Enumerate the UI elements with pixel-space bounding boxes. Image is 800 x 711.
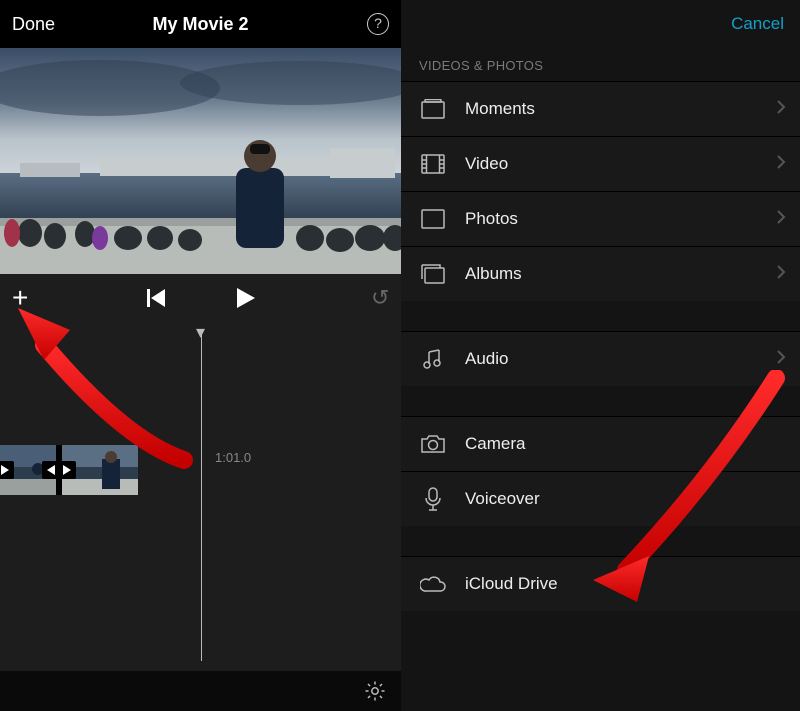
bottom-toolbar — [0, 671, 401, 711]
chevron-right-icon — [776, 349, 786, 370]
settings-button[interactable] — [363, 679, 387, 703]
cancel-button[interactable]: Cancel — [731, 14, 784, 34]
row-audio[interactable]: Audio — [401, 331, 800, 386]
help-button[interactable]: ? — [367, 13, 389, 35]
row-label: Moments — [465, 99, 535, 119]
row-label: Camera — [465, 434, 525, 454]
albums-icon — [419, 264, 447, 284]
timeline-clip[interactable] — [0, 445, 56, 495]
row-label: Photos — [465, 209, 518, 229]
project-title: My Movie 2 — [0, 14, 401, 35]
editor-header: Done My Movie 2 ? — [0, 0, 401, 48]
add-media-button[interactable]: + — [12, 284, 28, 312]
row-label: Video — [465, 154, 508, 174]
playhead-line[interactable] — [201, 330, 202, 661]
row-video[interactable]: Video — [401, 136, 800, 191]
row-label: Audio — [465, 349, 508, 369]
undo-button[interactable]: ↻ — [371, 285, 389, 311]
chevron-right-icon — [776, 264, 786, 285]
chevron-right-icon — [776, 99, 786, 120]
picker-header: Cancel — [401, 0, 800, 48]
chevron-right-icon — [776, 209, 786, 230]
section-header: VIDEOS & PHOTOS — [401, 48, 800, 81]
row-moments[interactable]: Moments — [401, 81, 800, 136]
video-preview[interactable] — [0, 48, 401, 274]
row-icloud-drive[interactable]: iCloud Drive — [401, 556, 800, 611]
playback-controls: + ↻ — [0, 274, 401, 322]
row-label: Voiceover — [465, 489, 540, 509]
camera-icon — [419, 434, 447, 454]
timeline-clip[interactable] — [62, 445, 138, 495]
skip-to-start-button[interactable] — [147, 289, 167, 307]
row-voiceover[interactable]: Voiceover — [401, 471, 800, 526]
chevron-right-icon — [776, 154, 786, 175]
row-albums[interactable]: Albums — [401, 246, 800, 301]
done-button[interactable]: Done — [12, 14, 55, 35]
editor-pane: Done My Movie 2 ? — [0, 0, 401, 711]
clip-handle-icon[interactable] — [0, 461, 14, 479]
play-button[interactable] — [237, 288, 255, 308]
timecode-label: 1:01.0 — [215, 450, 251, 465]
photos-icon — [419, 209, 447, 229]
row-label: Albums — [465, 264, 522, 284]
media-picker-pane: Cancel VIDEOS & PHOTOS Moments Video Pho… — [401, 0, 800, 711]
clip-handle-icon[interactable] — [58, 461, 76, 479]
moments-icon — [419, 99, 447, 119]
microphone-icon — [419, 487, 447, 511]
row-camera[interactable]: Camera — [401, 416, 800, 471]
row-photos[interactable]: Photos — [401, 191, 800, 246]
video-icon — [419, 154, 447, 174]
row-label: iCloud Drive — [465, 574, 558, 594]
timeline-clips[interactable] — [0, 445, 138, 495]
cloud-icon — [419, 575, 447, 593]
audio-icon — [419, 348, 447, 370]
